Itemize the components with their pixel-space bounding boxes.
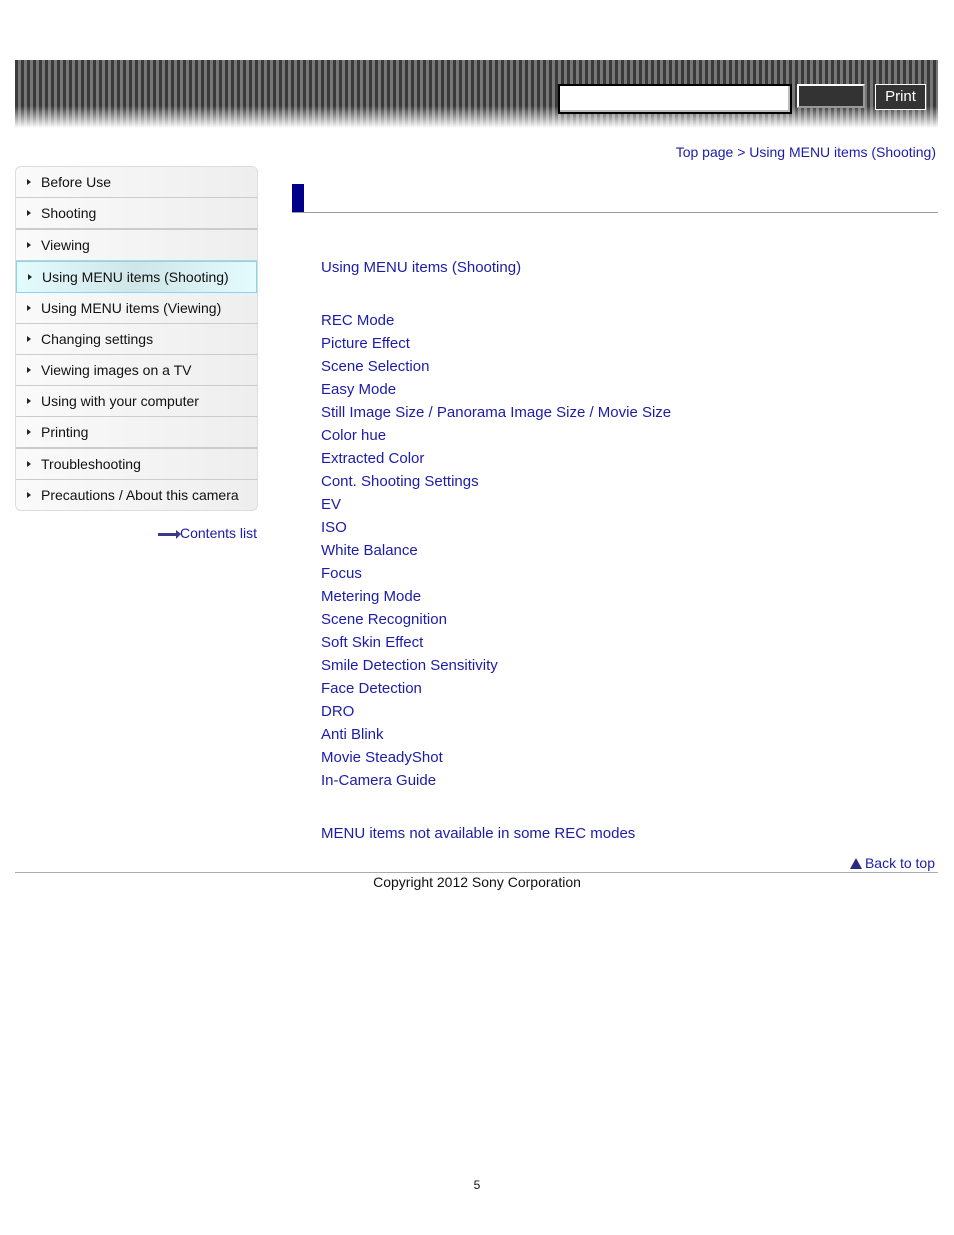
sidebar-item[interactable]: Before Use	[16, 167, 257, 198]
arrow-right-icon	[27, 305, 31, 311]
sidebar-item[interactable]: Using MENU items (Shooting)	[16, 261, 257, 293]
menu-item-link[interactable]: REC Mode	[321, 312, 671, 335]
sidebar-item-label: Shooting	[41, 205, 97, 221]
sidebar-item[interactable]: Precautions / About this camera	[16, 480, 257, 510]
back-to-top-label: Back to top	[864, 855, 935, 871]
menu-item-link[interactable]: Smile Detection Sensitivity	[321, 657, 671, 680]
arrow-right-icon	[27, 179, 31, 185]
triangle-up-icon	[849, 858, 862, 869]
menu-item-link[interactable]: Soft Skin Effect	[321, 634, 671, 657]
title-marker	[292, 184, 304, 212]
search-button[interactable]	[797, 84, 865, 108]
menu-item-link[interactable]: Color hue	[321, 427, 671, 450]
menu-item-link[interactable]: Cont. Shooting Settings	[321, 473, 671, 496]
arrow-right-icon	[27, 398, 31, 404]
menu-item-link[interactable]: Still Image Size / Panorama Image Size /…	[321, 404, 671, 427]
sidebar-item[interactable]: Troubleshooting	[16, 449, 257, 480]
sidebar-item[interactable]: Printing	[16, 417, 257, 449]
menu-item-link[interactable]: White Balance	[321, 542, 671, 565]
breadcrumb[interactable]: Top page > Using MENU items (Shooting)	[676, 144, 936, 160]
menu-item-link[interactable]: Metering Mode	[321, 588, 671, 611]
arrow-right-icon	[27, 461, 31, 467]
sidebar-item-label: Precautions / About this camera	[41, 487, 239, 503]
menu-item-link[interactable]: Easy Mode	[321, 381, 671, 404]
print-button[interactable]: Print	[875, 84, 926, 110]
menu-item-link[interactable]: EV	[321, 496, 671, 519]
arrow-right-icon	[27, 210, 31, 216]
sidebar-item-label: Using with your computer	[41, 393, 199, 409]
sidebar: Before Use Shooting Viewing Using MENU item…	[15, 166, 258, 511]
menu-item-link[interactable]: Focus	[321, 565, 671, 588]
arrow-right-icon	[27, 492, 31, 498]
sidebar-item-label: Troubleshooting	[41, 456, 141, 472]
sidebar-item-label: Using MENU items (Shooting)	[42, 269, 229, 285]
unavailable-items-link[interactable]: MENU items not available in some REC mod…	[321, 825, 671, 848]
sidebar-item[interactable]: Using MENU items (Viewing)	[16, 293, 257, 324]
footer-divider	[15, 872, 938, 873]
page-number: 5	[473, 1178, 481, 1192]
contents-list-label: Contents list	[180, 525, 258, 541]
sidebar-item[interactable]: Using with your computer	[16, 386, 257, 417]
arrow-right-icon	[27, 429, 31, 435]
arrow-right-icon	[27, 242, 31, 248]
arrow-right-icon	[158, 529, 181, 539]
arrow-right-icon	[27, 336, 31, 342]
sidebar-item-label: Before Use	[41, 174, 112, 190]
menu-item-link[interactable]: In-Camera Guide	[321, 772, 671, 795]
menu-item-link[interactable]: Scene Recognition	[321, 611, 671, 634]
menu-item-link[interactable]: Face Detection	[321, 680, 671, 703]
sidebar-item-label: Changing settings	[41, 331, 154, 347]
sidebar-item-label: Using MENU items (Viewing)	[41, 300, 222, 316]
menu-item-link[interactable]: Extracted Color	[321, 450, 671, 473]
sidebar-item[interactable]: Changing settings	[16, 324, 257, 355]
menu-item-link[interactable]: Movie SteadyShot	[321, 749, 671, 772]
copyright: Copyright 2012 Sony Corporation	[373, 874, 581, 890]
sidebar-item[interactable]: Shooting	[16, 198, 257, 230]
menu-item-link[interactable]: Picture Effect	[321, 335, 671, 358]
sidebar-item-label: Viewing	[41, 237, 90, 253]
sidebar-item[interactable]: Viewing	[16, 230, 257, 261]
arrow-right-icon	[27, 367, 31, 373]
menu-item-link[interactable]: Anti Blink	[321, 726, 671, 749]
main-content: Using MENU items (Shooting) REC Mode Pict…	[321, 259, 671, 848]
back-to-top-link[interactable]: Back to top	[849, 855, 935, 871]
sidebar-item-label: Printing	[41, 424, 89, 440]
sidebar-item-label: Viewing images on a TV	[41, 362, 192, 378]
menu-item-link[interactable]: DRO	[321, 703, 671, 726]
arrow-right-icon	[28, 274, 32, 280]
section-link[interactable]: Using MENU items (Shooting)	[321, 259, 671, 282]
search-input[interactable]	[558, 84, 792, 114]
sidebar-item[interactable]: Viewing images on a TV	[16, 355, 257, 386]
menu-item-link[interactable]: Scene Selection	[321, 358, 671, 381]
contents-list-link[interactable]: Contents list	[158, 525, 257, 541]
menu-item-link[interactable]: ISO	[321, 519, 671, 542]
title-divider	[292, 212, 938, 213]
